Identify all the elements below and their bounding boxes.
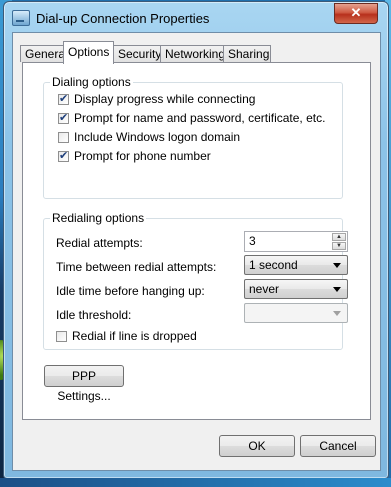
tab-sharing[interactable]: Sharing (223, 45, 271, 62)
checkbox-box[interactable] (56, 331, 67, 342)
tab-general[interactable]: General (20, 45, 68, 62)
redial-attempts-value[interactable]: 3 (249, 234, 256, 248)
time-between-value: 1 second (249, 258, 298, 272)
checkbox-prompt-phone[interactable]: Prompt for phone number (58, 149, 211, 165)
chevron-down-icon (333, 311, 341, 316)
dialog-client-area: General Options Security Networking Shar… (12, 32, 381, 471)
checkbox-label: Redial if line is dropped (72, 329, 197, 343)
idle-threshold-select (244, 303, 348, 323)
checkbox-box[interactable] (58, 92, 69, 106)
checkbox-label: Display progress while connecting (74, 92, 256, 106)
time-between-label: Time between redial attempts: (56, 260, 217, 274)
redialing-options-group: Redialing options Redial attempts: 3 ▲ ▼… (43, 211, 348, 350)
stepper-down-icon[interactable]: ▼ (332, 242, 346, 250)
dialing-options-title: Dialing options (50, 75, 133, 89)
ppp-settings-button[interactable]: PPP Settings... (44, 365, 124, 403)
chevron-down-icon (333, 263, 341, 268)
cancel-button[interactable]: Cancel (300, 435, 376, 457)
checkbox-box[interactable] (58, 111, 69, 125)
dialog-window: Dial-up Connection Properties ✕ General … (3, 1, 389, 479)
tab-options[interactable]: Options (63, 41, 114, 64)
checkbox-include-logon-domain[interactable]: Include Windows logon domain (58, 130, 240, 146)
chevron-down-icon (333, 287, 341, 292)
idle-threshold-label: Idle threshold: (56, 308, 132, 322)
tab-security[interactable]: Security (113, 45, 161, 62)
idle-time-value: never (249, 282, 280, 296)
checkbox-prompt-credentials[interactable]: Prompt for name and password, certificat… (58, 111, 325, 127)
dialing-options-group: Dialing options Display progress while c… (43, 75, 343, 199)
checkbox-label: Include Windows logon domain (74, 130, 241, 144)
network-connection-icon (12, 10, 30, 26)
close-button[interactable]: ✕ (334, 3, 378, 24)
checkbox-box[interactable] (58, 149, 69, 163)
idle-time-label: Idle time before hanging up: (56, 284, 205, 298)
time-between-select[interactable]: 1 second (244, 255, 348, 275)
checkbox-display-progress[interactable]: Display progress while connecting (58, 92, 255, 108)
checkbox-box[interactable] (58, 132, 69, 143)
options-tab-panel: Dialing options Display progress while c… (22, 62, 371, 420)
tab-networking[interactable]: Networking (160, 45, 225, 62)
redial-attempts-stepper[interactable]: 3 ▲ ▼ (244, 231, 348, 252)
redialing-options-title: Redialing options (50, 211, 147, 225)
redial-attempts-label: Redial attempts: (56, 236, 143, 250)
taskbar-edge (0, 478, 391, 487)
title-bar[interactable]: Dial-up Connection Properties ✕ (4, 2, 388, 32)
stepper-up-icon[interactable]: ▲ (332, 233, 346, 241)
ok-button[interactable]: OK (219, 435, 295, 457)
checkbox-label: Prompt for name and password, certificat… (74, 111, 326, 125)
stepper-buttons: ▲ ▼ (332, 233, 346, 250)
idle-time-select[interactable]: never (244, 279, 348, 299)
window-title: Dial-up Connection Properties (36, 11, 210, 26)
checkbox-redial-if-dropped[interactable]: Redial if line is dropped (56, 329, 197, 345)
checkbox-label: Prompt for phone number (74, 149, 211, 163)
